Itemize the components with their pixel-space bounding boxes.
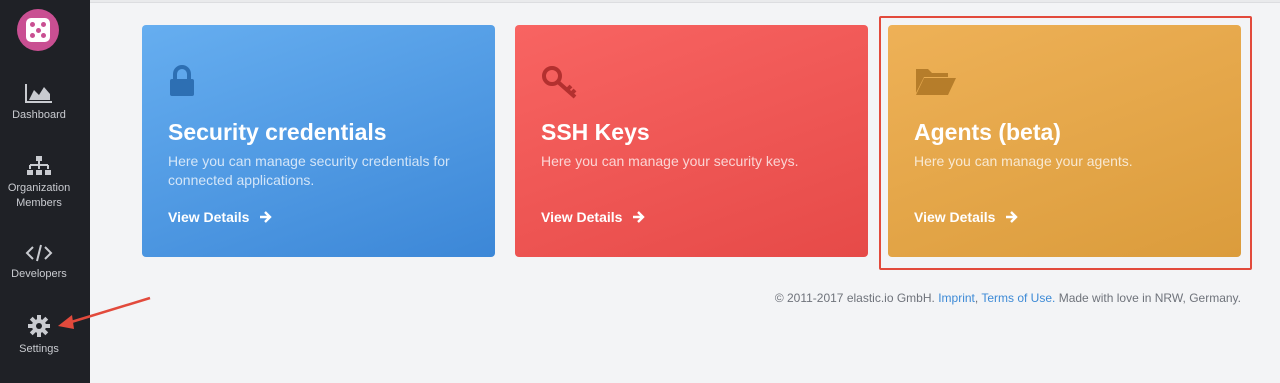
area-chart-icon bbox=[25, 84, 52, 103]
key-icon bbox=[542, 66, 577, 99]
dice-logo-icon[interactable] bbox=[17, 9, 59, 51]
card-title: SSH Keys bbox=[541, 119, 650, 145]
sidebar-item-label: Settings bbox=[19, 343, 59, 355]
footer: © 2011-2017 elastic.io GmbH. Imprint, Te… bbox=[774, 291, 1241, 305]
imprint-link[interactable]: Imprint bbox=[938, 291, 975, 305]
footer-tail: Made with love in NRW, Germany. bbox=[1058, 291, 1241, 305]
sidebar-item-label: Dashboard bbox=[12, 109, 66, 121]
view-details-link[interactable]: View Details bbox=[541, 209, 646, 225]
terms-link[interactable]: Terms of Use. bbox=[981, 291, 1055, 305]
sidebar-item-organization-members[interactable]: Organization Members bbox=[0, 155, 78, 211]
sidebar: Dashboard Organization Members Developer… bbox=[0, 0, 90, 383]
card-description: Here you can manage your security keys. bbox=[541, 153, 799, 169]
sidebar-item-label: Developers bbox=[11, 268, 67, 280]
sidebar-item-settings[interactable]: Settings bbox=[0, 314, 78, 357]
ssh-keys-card[interactable]: SSH Keys Here you can manage your securi… bbox=[515, 25, 868, 257]
security-credentials-card[interactable]: Security credentials Here you can manage… bbox=[142, 25, 495, 257]
sitemap-icon bbox=[27, 156, 51, 175]
sidebar-item-developers[interactable]: Developers bbox=[0, 243, 78, 282]
highlight-box bbox=[879, 16, 1252, 270]
footer-copyright: © 2011-2017 elastic.io GmbH. bbox=[774, 291, 935, 305]
top-divider bbox=[90, 0, 1280, 3]
arrow-right-icon bbox=[260, 211, 273, 223]
card-title: Security credentials bbox=[168, 119, 387, 145]
sidebar-item-dashboard[interactable]: Dashboard bbox=[0, 82, 78, 123]
gear-icon bbox=[28, 315, 50, 337]
card-description: Here you can manage security credentials… bbox=[168, 153, 450, 188]
code-icon bbox=[25, 244, 53, 262]
sidebar-item-label: Organization Members bbox=[7, 182, 71, 209]
arrow-right-icon bbox=[633, 211, 646, 223]
lock-icon bbox=[170, 65, 194, 96]
view-details-link[interactable]: View Details bbox=[168, 209, 273, 225]
